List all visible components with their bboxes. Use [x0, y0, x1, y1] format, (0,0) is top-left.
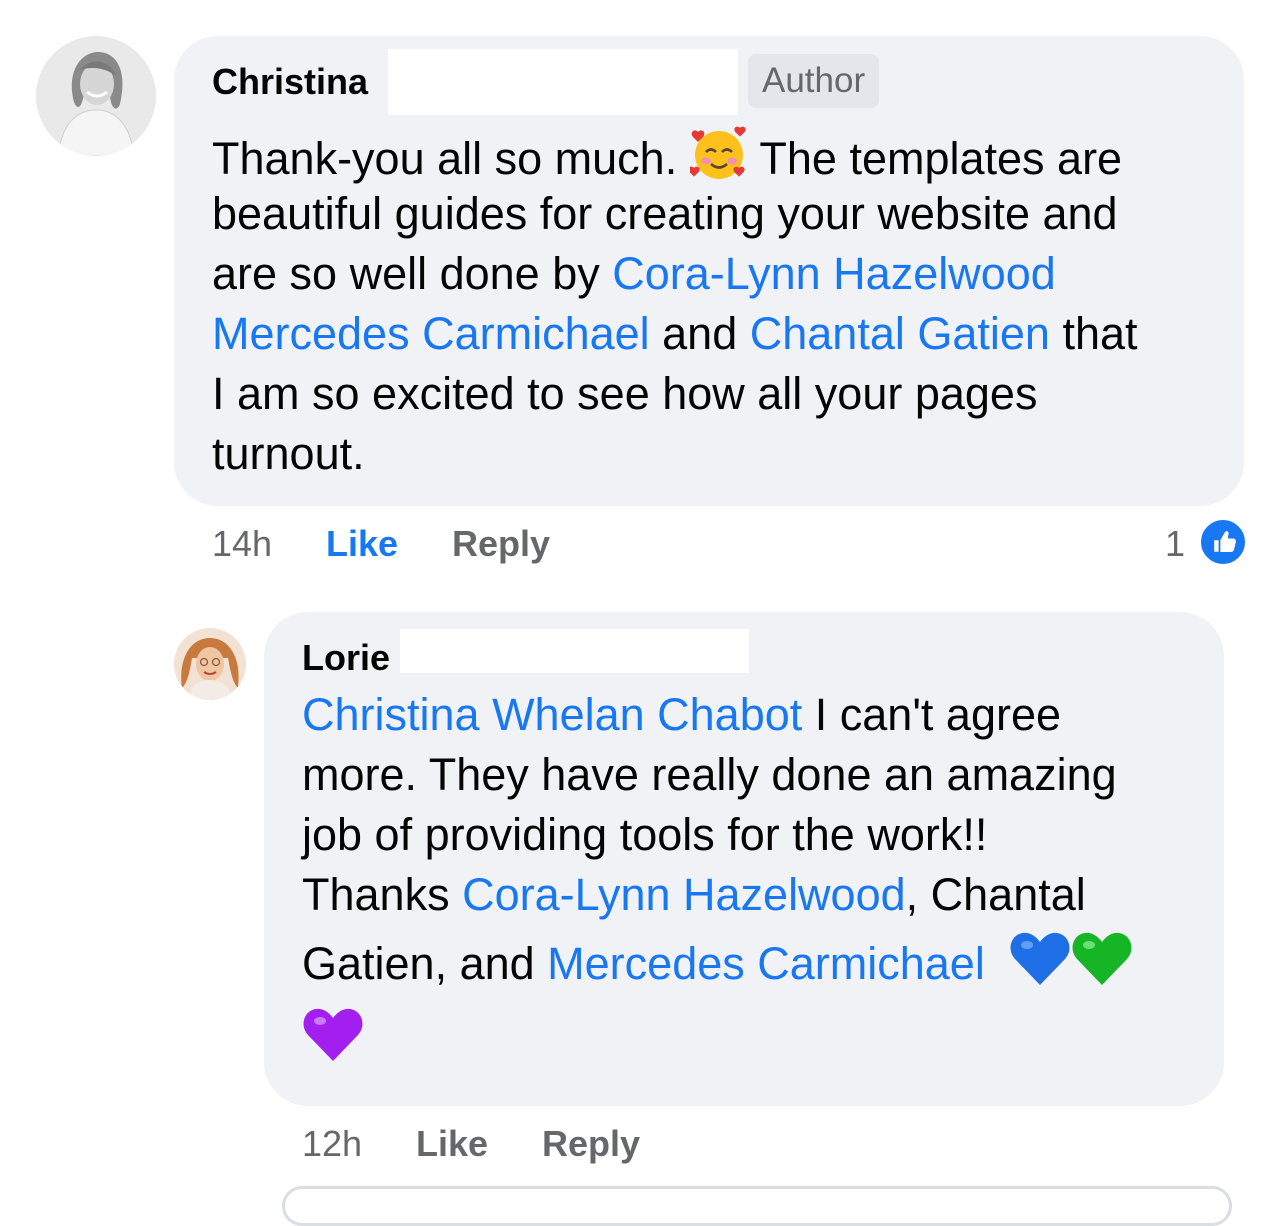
comment-text-segment: are so well done by — [212, 248, 613, 299]
comment-text-segment: that — [1049, 308, 1138, 359]
comment-text-line: more. They have really done an amazing — [302, 749, 1117, 800]
comment-text: Christina Whelan Chabot I can't agree mo… — [302, 685, 1133, 1077]
comment-text-segment: Gatien, and — [302, 938, 548, 989]
comment-text-line: I am so excited to see how all your page… — [212, 368, 1038, 419]
redacted-name — [388, 49, 738, 115]
mention-link[interactable]: Chantal Gatien — [750, 308, 1050, 359]
like-button[interactable]: Like — [416, 1122, 488, 1166]
redacted-name — [400, 629, 749, 673]
reply-button[interactable]: Reply — [452, 522, 550, 566]
purple-heart-icon — [302, 1005, 364, 1063]
comment-timestamp[interactable]: 14h — [212, 522, 272, 566]
lorie-avatar[interactable] — [174, 628, 246, 700]
comment-text-segment: and — [649, 308, 750, 359]
comment-text-segment: The templates are — [747, 133, 1123, 184]
comment-text-segment: Thank-you all so much. — [212, 133, 690, 184]
comment-text-segment: Thanks — [302, 869, 463, 920]
comment-timestamp[interactable]: 12h — [302, 1122, 362, 1166]
reaction-count[interactable]: 1 — [1165, 522, 1185, 566]
reply-button[interactable]: Reply — [542, 1122, 640, 1166]
author-badge: Author — [748, 54, 880, 108]
comment-text-line: turnout. — [212, 428, 365, 479]
reply-composer[interactable] — [282, 1186, 1232, 1226]
comment-author-name[interactable]: Lorie — [302, 637, 390, 679]
green-heart-icon — [1071, 929, 1133, 987]
mention-link[interactable]: Mercedes Carmichael — [547, 938, 985, 989]
comment-text-line: beautiful guides for creating your websi… — [212, 188, 1118, 239]
blue-heart-icon — [1009, 929, 1071, 987]
comment-text: Thank-you all so much. The templates are… — [212, 124, 1138, 484]
mention-link[interactable]: Christina Whelan Chabot — [302, 689, 802, 740]
mention-link[interactable]: Mercedes Carmichael — [212, 308, 650, 359]
smiling-face-with-hearts-icon — [689, 124, 748, 182]
comment-text-segment: I can't agree — [802, 689, 1062, 740]
comment-text-line: job of providing tools for the work!! — [302, 809, 988, 860]
mention-link[interactable]: Cora-Lynn Hazelwood — [612, 248, 1056, 299]
thumbs-up-icon[interactable] — [1198, 517, 1248, 567]
comment-author-name[interactable]: Christina — [212, 61, 368, 103]
christina-avatar[interactable] — [36, 36, 156, 156]
like-button[interactable]: Like — [326, 522, 398, 566]
mention-link[interactable]: Cora-Lynn Hazelwood — [462, 869, 906, 920]
comment-text-segment: , Chantal — [905, 869, 1086, 920]
